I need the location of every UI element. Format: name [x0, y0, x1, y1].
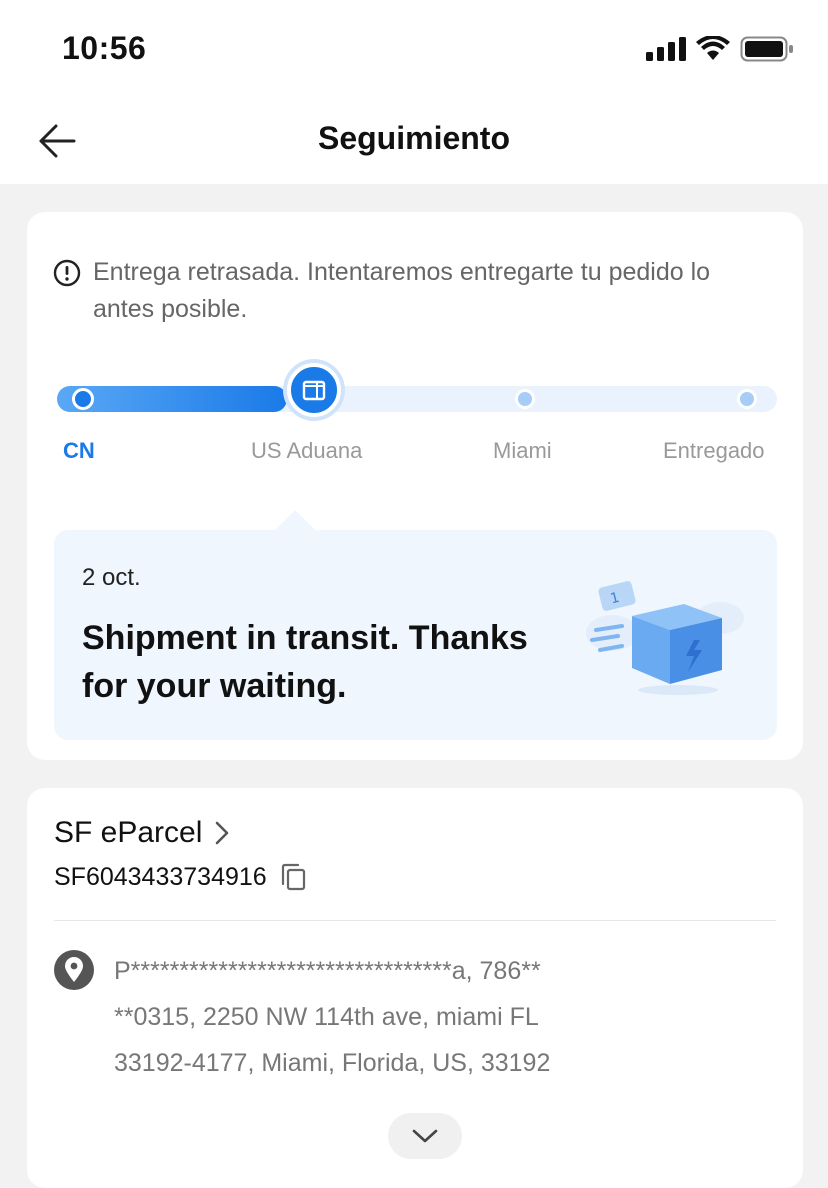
stage-dot-delivered — [737, 389, 757, 409]
carrier-name: SF eParcel — [54, 816, 203, 849]
stage-dot-current — [287, 363, 341, 417]
latest-event: 2 oct. Shipment in transit. Thanks for y… — [54, 510, 777, 740]
chevron-down-icon — [412, 1129, 438, 1143]
carrier-link[interactable]: SF eParcel — [54, 816, 230, 850]
divider — [54, 920, 776, 921]
tracking-number: SF6043433734916 — [54, 862, 267, 891]
stage-dot-miami — [515, 389, 535, 409]
stage-label-cn: CN — [63, 438, 95, 463]
stage-label-miami: Miami — [493, 438, 552, 463]
signal-icon — [646, 37, 686, 61]
nav-header: Seguimiento — [0, 96, 828, 184]
delay-notice: Entrega retrasada. Intentaremos entregar… — [53, 254, 773, 328]
status-time: 10:56 — [62, 30, 147, 66]
tracking-status-card: Entrega retrasada. Intentaremos entregar… — [27, 212, 803, 760]
battery-icon — [740, 36, 793, 62]
delivery-address: P*********************************a, 786… — [54, 948, 776, 1086]
page-title: Seguimiento — [317, 120, 510, 156]
status-icons — [646, 36, 794, 62]
flying-box-illustration: 1 — [586, 581, 744, 695]
shipment-card: SF eParcel SF6043433734916 P************… — [27, 788, 803, 1188]
address-line-2: **0315, 2250 NW 114th ave, miami FL — [114, 1003, 539, 1031]
stage-label-delivered: Entregado — [663, 438, 765, 463]
address-line-1: P*********************************a, 786… — [114, 957, 541, 985]
event-date: 2 oct. — [82, 564, 141, 591]
chevron-right-icon — [216, 821, 229, 845]
status-bar: 10:56 — [0, 0, 828, 96]
location-pin-icon — [54, 950, 94, 990]
stage-labels: CN US Aduana Miami Entregado — [57, 438, 777, 468]
exclamation-circle-icon — [53, 259, 81, 287]
event-message: Shipment in transit. Thanks for your wai… — [82, 619, 528, 705]
progress-track — [57, 363, 777, 417]
package-icon — [302, 380, 326, 401]
stage-label-customs: US Aduana — [251, 438, 363, 463]
copy-icon[interactable] — [279, 862, 307, 892]
address-line-3: 33192-4177, Miami, Florida, US, 33192 — [114, 1049, 551, 1077]
tracking-row: SF6043433734916 — [54, 862, 307, 892]
delay-notice-text: Entrega retrasada. Intentaremos entregar… — [93, 258, 711, 323]
expand-button[interactable] — [388, 1113, 462, 1159]
wifi-icon — [696, 36, 730, 60]
stage-dot-start — [72, 388, 94, 410]
